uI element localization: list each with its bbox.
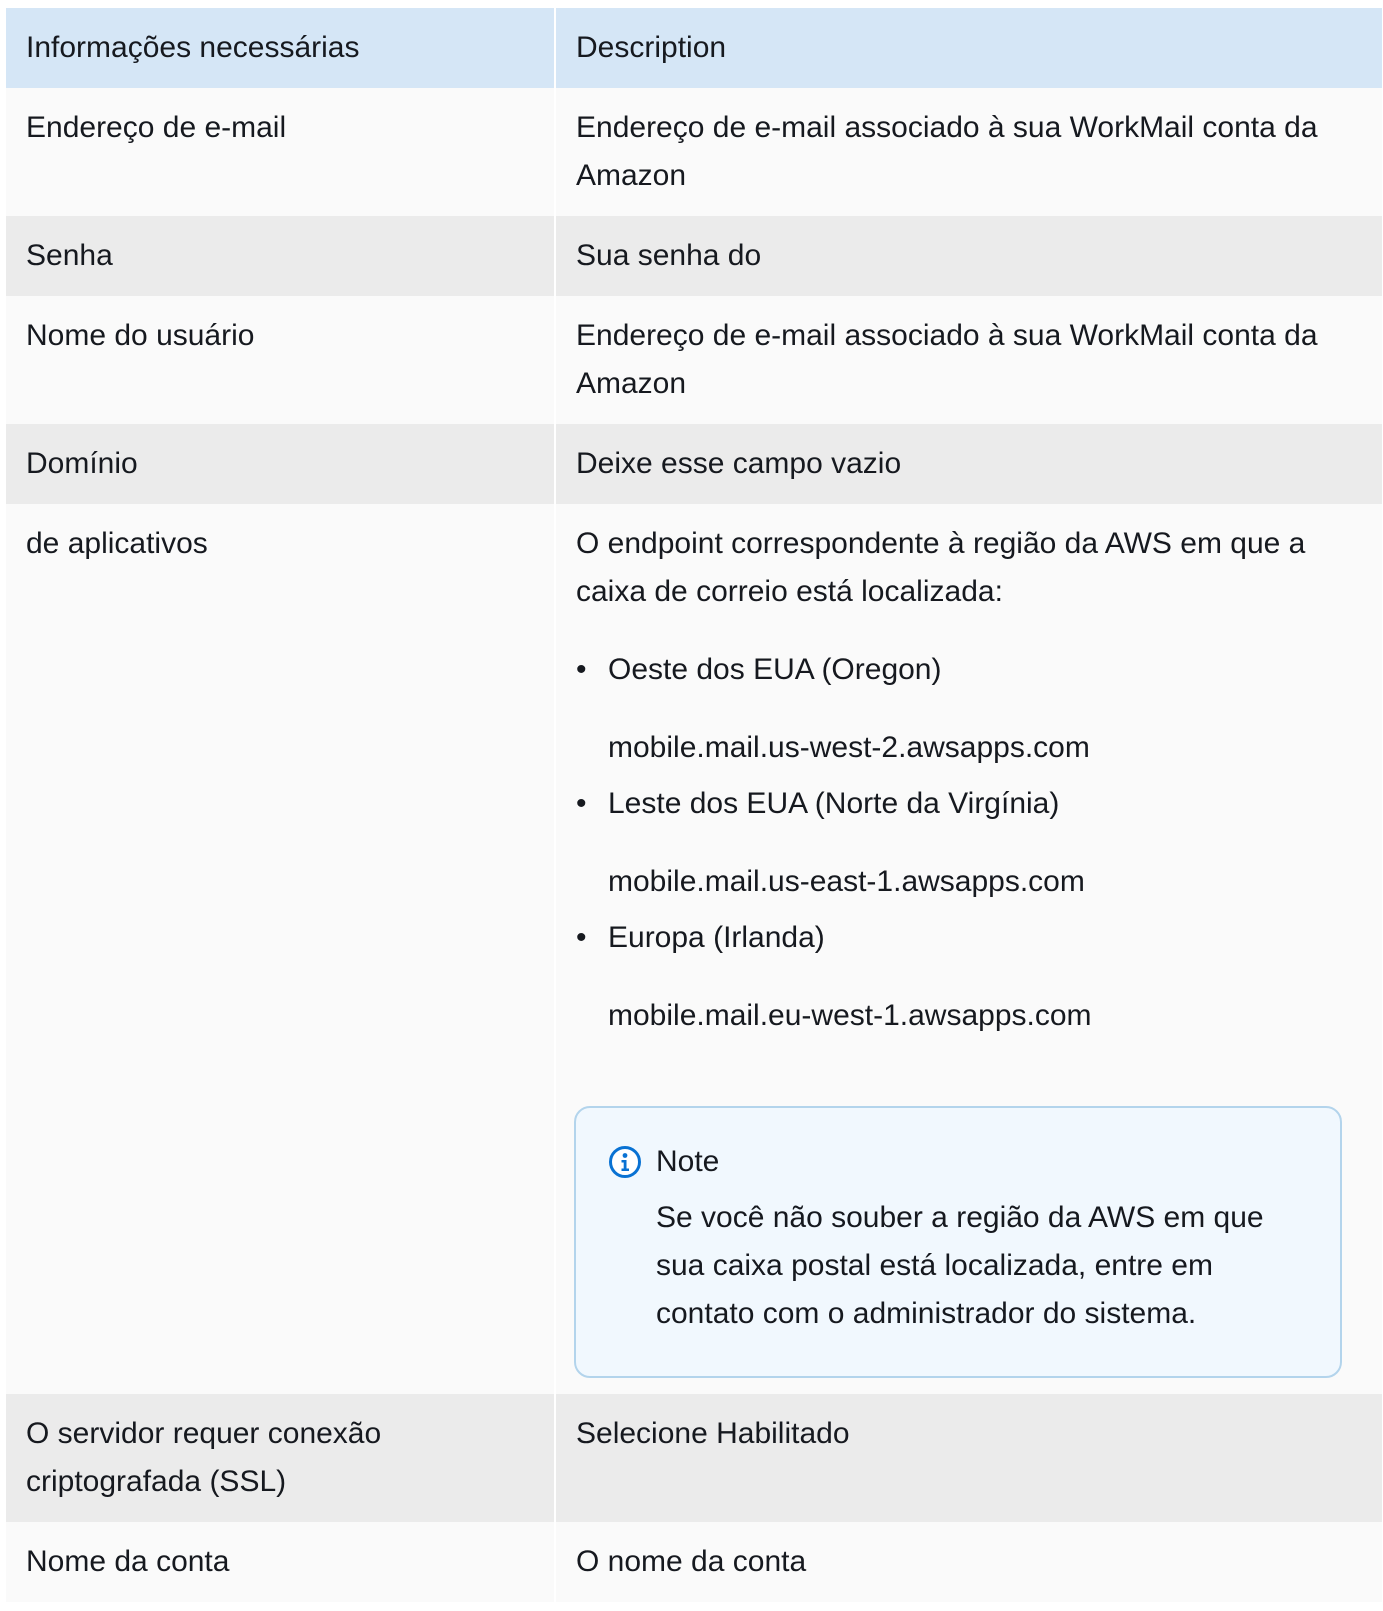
table-row: Nome da conta O nome da conta xyxy=(6,1522,1382,1602)
info-icon xyxy=(609,1146,641,1178)
region-list: • Oeste dos EUA (Oregon) mobile.mail.us-… xyxy=(576,646,1364,1040)
note-text: Se você não souber a região da AWS em qu… xyxy=(656,1201,1264,1330)
row-label-account-name: Nome da conta xyxy=(6,1522,556,1602)
row-value-domain: Deixe esse campo vazio xyxy=(555,424,1382,504)
requirements-table: Informações necessárias Description Ende… xyxy=(6,8,1382,1602)
list-item: • Oeste dos EUA (Oregon) mobile.mail.us-… xyxy=(576,646,1364,772)
table-row: Senha Sua senha do xyxy=(6,216,1382,296)
table-row: Endereço de e-mail Endereço de e-mail as… xyxy=(6,88,1382,216)
region-name: Oeste dos EUA (Oregon) xyxy=(608,653,942,686)
row-label-domain: Domínio xyxy=(6,424,556,504)
table-row: Nome do usuário Endereço de e-mail assoc… xyxy=(6,296,1382,424)
bullet: • xyxy=(576,653,587,686)
region-endpoint: mobile.mail.us-east-1.awsapps.com xyxy=(608,865,1085,898)
region-name: Leste dos EUA (Norte da Virgínia) xyxy=(608,787,1060,820)
table-row: O servidor requer conexão criptografada … xyxy=(6,1394,1382,1522)
row-label-ssl: O servidor requer conexão criptografada … xyxy=(6,1394,556,1522)
row-value-account-name: O nome da conta xyxy=(555,1522,1382,1602)
table-row: Domínio Deixe esse campo vazio xyxy=(6,424,1382,504)
row-value-username: Endereço de e-mail associado à sua WorkM… xyxy=(555,296,1382,424)
table-row: de aplicativos O endpoint correspondente… xyxy=(6,504,1382,1394)
region-endpoint: mobile.mail.eu-west-1.awsapps.com xyxy=(608,999,1092,1032)
row-value-password: Sua senha do xyxy=(555,216,1382,296)
row-value-server: O endpoint correspondente à região da AW… xyxy=(555,504,1382,1394)
bullet: • xyxy=(576,921,587,954)
row-label-password: Senha xyxy=(6,216,556,296)
note-header: Note xyxy=(608,1138,1308,1186)
list-item: • Europa (Irlanda) mobile.mail.eu-west-1… xyxy=(576,914,1364,1040)
row-value-email: Endereço de e-mail associado à sua WorkM… xyxy=(555,88,1382,216)
server-description: O endpoint correspondente à região da AW… xyxy=(576,527,1306,608)
note-callout: Note Se você não souber a região da AWS … xyxy=(574,1106,1342,1378)
region-name: Europa (Irlanda) xyxy=(608,921,825,954)
bullet: • xyxy=(576,787,587,820)
table-header-row: Informações necessárias Description xyxy=(6,8,1382,88)
row-value-ssl: Selecione Habilitado xyxy=(555,1394,1382,1522)
column-header-required-info: Informações necessárias xyxy=(6,8,556,88)
row-label-username: Nome do usuário xyxy=(6,296,556,424)
list-item: • Leste dos EUA (Norte da Virgínia) mobi… xyxy=(576,780,1364,906)
row-label-server: de aplicativos xyxy=(6,504,556,1394)
region-endpoint: mobile.mail.us-west-2.awsapps.com xyxy=(608,731,1090,764)
note-title: Note xyxy=(656,1145,720,1178)
row-label-email: Endereço de e-mail xyxy=(6,88,556,216)
column-header-description: Description xyxy=(555,8,1382,88)
